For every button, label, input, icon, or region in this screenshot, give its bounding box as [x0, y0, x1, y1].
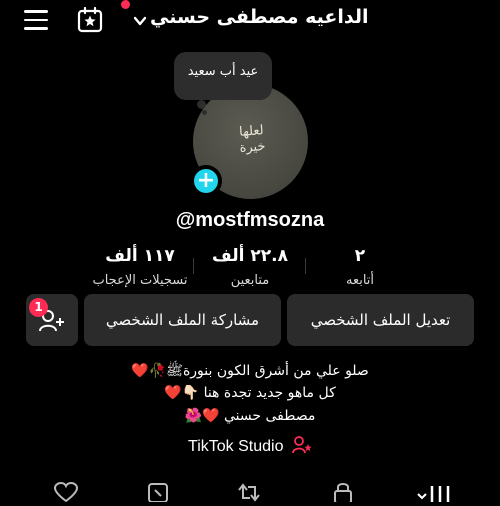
menu-icon[interactable] [24, 10, 48, 30]
avatar-calligraphy: لعلها خيرة [238, 123, 266, 156]
favorites-icon[interactable] [146, 482, 172, 503]
note-bubble-tail [202, 110, 207, 115]
share-profile-button[interactable]: مشاركة الملف الشخصي [84, 294, 281, 346]
account-switcher-name[interactable]: الداعيه مصطفى حسني [150, 6, 369, 28]
notification-dot [121, 0, 130, 9]
studio-person-icon [292, 436, 312, 454]
calendar-star-icon[interactable] [77, 6, 103, 33]
edit-profile-button[interactable]: تعديل الملف الشخصي [287, 294, 474, 346]
plus-icon: + [194, 169, 218, 193]
followers-label[interactable]: متابعين [200, 273, 300, 288]
bio-line-3: مصطفى حسني ❤️🌺 [184, 408, 316, 424]
friend-request-badge: 1 [29, 298, 48, 317]
tiktok-studio-link[interactable]: TikTok Studio [0, 436, 500, 456]
likes-label: تسجيلات الإعجاب [92, 273, 188, 288]
following-count[interactable]: ٢ [320, 246, 400, 266]
bio-line-1: صلو علي من أشرق الكون بنورةﷺ🥀❤️ [131, 363, 369, 379]
chevron-down-icon[interactable] [133, 12, 147, 26]
add-story-button[interactable]: + [190, 165, 222, 197]
stat-divider [305, 258, 306, 274]
note-bubble-tail [197, 100, 206, 109]
studio-label: TikTok Studio [188, 438, 284, 455]
profile-handle: @mostfmsozna [175, 209, 325, 231]
repost-icon[interactable] [236, 482, 262, 502]
liked-icon[interactable] [53, 481, 79, 503]
followers-count[interactable]: ٢٢.٨ ألف [200, 246, 300, 266]
note-text: عيد أب سعيد [187, 64, 259, 79]
likes-count: ١١٧ ألف [105, 246, 175, 266]
videos-grid-icon[interactable] [416, 482, 456, 502]
bio-line-2: كل ماهو جديد تجدة هنا 👇🏻❤️ [164, 385, 336, 401]
lock-icon[interactable] [330, 482, 356, 504]
following-label[interactable]: أتابعه [320, 273, 400, 288]
